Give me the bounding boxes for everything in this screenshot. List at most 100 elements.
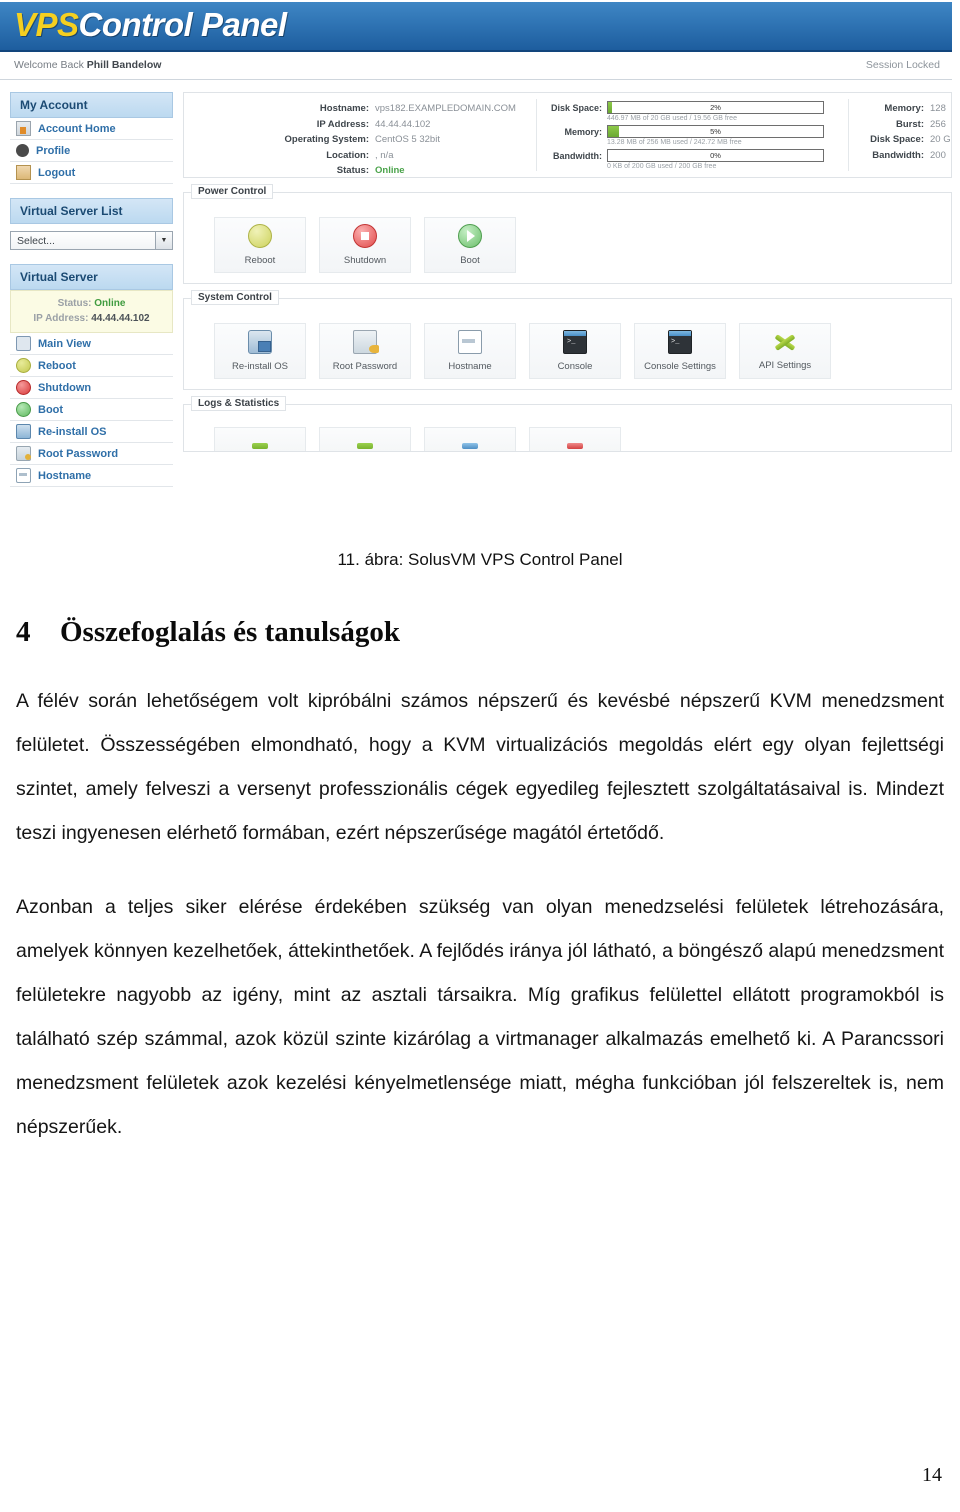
ip-value: 44.44.44.102	[91, 313, 150, 324]
system-tile-api-settings[interactable]: API Settings	[739, 323, 831, 379]
welcome-username: Phill Bandelow	[86, 59, 162, 71]
usage-row-disk-space: Disk Space: 2% 446.97 MB of 20 GB used /…	[544, 101, 824, 122]
status-line: Status: Online	[19, 296, 164, 311]
tile-label: Hostname	[448, 361, 492, 372]
usage-row-memory: Memory: 5% 13.28 MB of 256 MB used / 242…	[544, 125, 824, 146]
detail-row: Status: Online	[184, 163, 534, 179]
logout-icon	[16, 165, 31, 180]
reinstall-os-icon	[16, 424, 31, 439]
server-details-list: Hostname: vps182.EXAMPLEDOMAIN.COM IP Add…	[184, 101, 534, 179]
logs-tile[interactable]	[529, 427, 621, 451]
tile-label: Console Settings	[644, 361, 716, 372]
power-tile-shutdown[interactable]: Shutdown	[319, 217, 411, 273]
sidebar-item-label: Main View	[38, 337, 91, 350]
welcome-prefix: Welcome Back	[14, 59, 87, 71]
tile-label: Re-install OS	[232, 361, 288, 372]
chart-icon	[462, 443, 478, 449]
detail-key: Status:	[336, 165, 369, 176]
ip-line: IP Address: 44.44.44.102	[19, 311, 164, 326]
panel-divider	[536, 99, 537, 171]
person-icon	[16, 144, 29, 157]
detail-key: Hostname:	[319, 103, 369, 114]
app-logo: VPSControl Panel	[14, 6, 287, 44]
system-tile-reinstall-os[interactable]: Re-install OS	[214, 323, 306, 379]
vps-control-panel-screenshot: VPSControl Panel Welcome Back Phill Band…	[0, 0, 960, 536]
sidebar-section-virtual-server: Virtual Server	[10, 264, 173, 290]
sidebar-item-label: Boot	[38, 403, 64, 416]
paragraph-1: A félév során lehetőségem volt kipróbáln…	[16, 690, 944, 844]
welcome-bar: Welcome Back Phill Bandelow Session Lock…	[0, 54, 952, 80]
sidebar-item-label: Shutdown	[38, 381, 92, 394]
sidebar-item-reinstall-os[interactable]: Re-install OS	[10, 421, 173, 443]
usage-progress-bar: 2%	[607, 101, 824, 114]
tile-label: Shutdown	[343, 255, 387, 266]
detail-row: IP Address: 44.44.44.102	[184, 117, 534, 133]
usage-detail: 13.28 MB of 256 MB used / 242.72 MB free	[607, 139, 742, 146]
detail-key: Operating System:	[284, 134, 369, 145]
limit-row: Bandwidth: 200	[856, 148, 951, 164]
sidebar-item-account-home[interactable]: Account Home	[10, 118, 173, 140]
sidebar-item-shutdown[interactable]: Shutdown	[10, 377, 173, 399]
power-tile-reboot[interactable]: Reboot	[214, 217, 306, 273]
sidebar-item-hostname[interactable]: Hostname	[10, 465, 173, 487]
console-icon	[563, 330, 587, 354]
virtual-server-select-value: Select...	[17, 234, 55, 247]
logs-tile[interactable]	[319, 427, 411, 451]
sidebar-item-logout[interactable]: Logout	[10, 162, 173, 184]
system-tile-root-password[interactable]: Root Password	[319, 323, 411, 379]
detail-row: Location: , n/a	[184, 148, 534, 164]
usage-progress-bar: 5%	[607, 125, 824, 138]
detail-key: IP Address:	[316, 118, 369, 130]
chart-icon	[252, 443, 268, 449]
system-tile-hostname[interactable]: Hostname	[424, 323, 516, 379]
hostname-icon	[458, 330, 482, 354]
chevron-down-icon[interactable]: ▼	[155, 232, 172, 249]
reboot-icon	[248, 224, 272, 248]
sidebar-item-root-password[interactable]: Root Password	[10, 443, 173, 465]
logs-tile[interactable]	[214, 427, 306, 451]
paragraph-2: Azonban a teljes siker elérése érdekében…	[16, 896, 944, 1138]
usage-label: Bandwidth:	[553, 150, 602, 161]
limit-row: Burst: 256	[856, 117, 951, 133]
virtual-server-status-box: Status: Online IP Address: 44.44.44.102	[10, 290, 173, 333]
server-limits-list: Memory: 128 Burst: 256 Disk Space: 20 G Ban…	[856, 101, 951, 164]
page-title: Összefoglalás és tanulságok	[60, 616, 400, 648]
status-label: Status:	[57, 298, 92, 309]
limit-value: 256	[930, 118, 946, 130]
welcome-message: Welcome Back Phill Bandelow	[14, 59, 161, 71]
page-number: 14	[922, 1464, 942, 1486]
sidebar-item-label: Re-install OS	[38, 425, 107, 438]
sidebar-item-reboot[interactable]: Reboot	[10, 355, 173, 377]
sidebar-item-boot[interactable]: Boot	[10, 399, 173, 421]
reboot-icon	[16, 358, 31, 373]
sidebar-item-profile[interactable]: Profile	[10, 140, 173, 162]
system-control-section: System Control Re-install OS Root Passwo…	[183, 290, 952, 390]
section-heading: 4 Összefoglalás és tanulságok	[16, 616, 960, 649]
console-settings-icon	[668, 330, 692, 354]
detail-value: , n/a	[375, 149, 394, 161]
power-tile-boot[interactable]: Boot	[424, 217, 516, 273]
hostname-icon	[16, 468, 31, 483]
sidebar-item-label: Account Home	[38, 122, 116, 135]
ip-label: IP Address:	[33, 313, 89, 324]
logo-vps-text: VPS	[14, 6, 79, 43]
section-number: 4	[16, 616, 31, 648]
system-tile-console-settings[interactable]: Console Settings	[634, 323, 726, 379]
logs-tile[interactable]	[424, 427, 516, 451]
system-control-tiles: Re-install OS Root Password Hostname Con…	[184, 299, 951, 389]
limit-value: 128	[930, 103, 946, 114]
sidebar-item-main-view[interactable]: Main View	[10, 333, 173, 355]
figure-caption: 11. ábra: SolusVM VPS Control Panel	[337, 550, 623, 569]
virtual-server-select[interactable]: Select... ▼	[10, 231, 173, 250]
limit-value: 20 G	[930, 134, 951, 145]
usage-label: Memory:	[564, 126, 602, 137]
logs-statistics-tiles	[184, 405, 951, 451]
system-tile-console[interactable]: Console	[529, 323, 621, 379]
detail-value-status: Online	[375, 165, 405, 176]
power-control-section: Power Control Reboot Shutdown Boot	[183, 184, 952, 284]
system-control-legend: System Control	[191, 290, 279, 305]
shutdown-icon	[16, 380, 31, 395]
sidebar-section-my-account: My Account	[10, 92, 173, 118]
